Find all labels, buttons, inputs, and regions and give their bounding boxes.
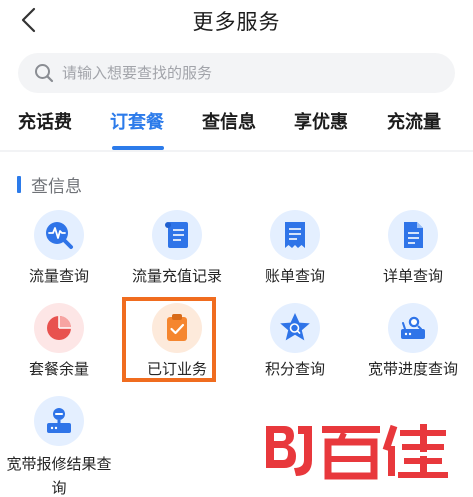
service-label: 宽带进度查询 <box>367 360 458 378</box>
section-marker <box>17 176 21 193</box>
tabs-divider <box>0 150 473 152</box>
tab-discounts[interactable]: 享优惠 <box>294 108 348 150</box>
section-title: 查信息 <box>31 177 82 197</box>
router-wrench-icon <box>34 396 84 446</box>
tab-order-package[interactable]: 订套餐 <box>110 108 164 150</box>
service-label: 已订业务 <box>146 360 207 378</box>
more-services-page: 更多服务 充话费 订套餐 查信息 享优惠 充流量 查信息 流量查询 <box>0 0 473 497</box>
service-label: 宽带报修结果查询 <box>6 455 112 497</box>
header-bar: 更多服务 <box>0 0 473 40</box>
tab-bar: 充话费 订套餐 查信息 享优惠 充流量 <box>0 108 473 150</box>
watermark-logo <box>266 424 448 480</box>
service-subscribed-business[interactable]: 已订业务 <box>118 303 236 395</box>
service-broadband-repair-result[interactable]: 宽带报修结果查询 <box>0 396 118 497</box>
service-label: 套餐余量 <box>28 360 89 378</box>
service-broadband-progress[interactable]: 宽带进度查询 <box>354 303 472 395</box>
service-data-usage[interactable]: 流量查询 <box>0 210 118 302</box>
service-detail-query[interactable]: 详单查询 <box>354 210 472 302</box>
page-title: 更多服务 <box>192 10 281 34</box>
bill-icon <box>270 210 320 260</box>
service-label: 详单查询 <box>382 267 443 285</box>
pie-chart-icon <box>34 303 84 353</box>
service-label: 账单查询 <box>264 267 325 285</box>
document-icon <box>388 210 438 260</box>
service-package-balance[interactable]: 套餐余量 <box>0 303 118 395</box>
service-label: 积分查询 <box>264 360 325 378</box>
service-label: 流量查询 <box>28 267 89 285</box>
search-input[interactable] <box>62 53 442 93</box>
search-icon <box>35 64 54 83</box>
star-badge-icon <box>270 303 320 353</box>
tab-check-info[interactable]: 查信息 <box>202 108 256 150</box>
service-bill-query[interactable]: 账单查询 <box>236 210 354 302</box>
service-points-query[interactable]: 积分查询 <box>236 303 354 395</box>
service-label: 流量充值记录 <box>131 267 222 285</box>
router-search-icon <box>388 303 438 353</box>
service-data-recharge-records[interactable]: 流量充值记录 <box>118 210 236 302</box>
search-bar[interactable] <box>18 53 455 93</box>
scroll-icon <box>152 210 202 260</box>
tab-recharge-phone[interactable]: 充话费 <box>18 108 72 150</box>
tab-recharge-data[interactable]: 充流量 <box>387 108 441 150</box>
pulse-search-icon <box>34 210 84 260</box>
clipboard-check-icon <box>152 303 202 353</box>
